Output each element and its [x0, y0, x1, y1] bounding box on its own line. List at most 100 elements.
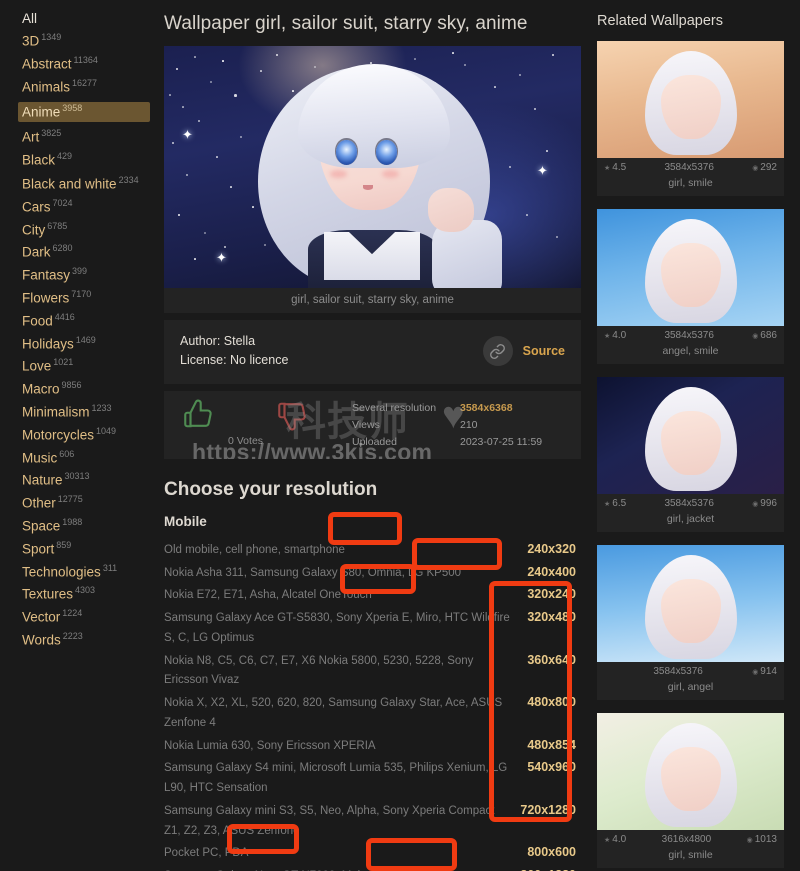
- related-wallpaper-card[interactable]: ★ 4.0 3584x5376 ◉ 686 angel, smile: [597, 209, 784, 364]
- resolution-value-link[interactable]: 540x960: [527, 757, 576, 779]
- resolution-row[interactable]: Nokia N8, C5, C6, C7, E7, X6 Nokia 5800,…: [164, 650, 576, 692]
- sidebar-item-animals[interactable]: Animals 16277: [22, 79, 154, 94]
- sidebar-item-music[interactable]: Music 606: [22, 450, 154, 465]
- sidebar-item-label: Black and white: [22, 177, 117, 192]
- sidebar-item-label: All: [22, 11, 37, 26]
- rating-number: 4.5: [612, 162, 626, 173]
- sidebar-item-nature[interactable]: Nature 30313: [22, 472, 154, 487]
- related-card-tags[interactable]: girl, smile: [597, 175, 784, 196]
- related-wallpaper-thumbnail[interactable]: [597, 713, 784, 830]
- resolution-value-link[interactable]: 800x600: [527, 842, 576, 864]
- sidebar-item-abstract[interactable]: Abstract 11364: [22, 56, 154, 71]
- resolution-device-list: Nokia X, X2, XL, 520, 620, 820, Samsung …: [164, 694, 527, 734]
- related-card-meta: ★ 4.5 3584x5376 ◉ 292: [597, 158, 784, 175]
- resolution-row[interactable]: Nokia E72, E71, Asha, Alcatel OneTouch 32…: [164, 584, 576, 606]
- sidebar-item-count: 1233: [92, 403, 112, 413]
- resolution-value-link[interactable]: 480x854: [527, 735, 576, 757]
- sidebar-item-black[interactable]: Black 429: [22, 152, 154, 167]
- related-wallpaper-thumbnail[interactable]: [597, 209, 784, 326]
- resolution-row[interactable]: Nokia Lumia 630, Sony Ericsson XPERIA 480…: [164, 735, 576, 757]
- resolution-row[interactable]: Nokia X, X2, XL, 520, 620, 820, Samsung …: [164, 692, 576, 734]
- resolution-device-list: Samsung Galaxy mini S3, S5, Neo, Alpha, …: [164, 802, 520, 842]
- rating-number: 6.5: [612, 498, 626, 509]
- resolution-value-link[interactable]: 480x800: [527, 692, 576, 714]
- views-count: ◉ 686: [752, 330, 777, 341]
- resolution-row[interactable]: Samsung Galaxy Note GT-N7000, Meizu MX28…: [164, 865, 576, 871]
- metadata-key: Views: [352, 417, 460, 434]
- anime-girl-illustration: [250, 52, 500, 288]
- sidebar-item-minimalism[interactable]: Minimalism 1233: [22, 404, 154, 419]
- sidebar-item-art[interactable]: Art 3825: [22, 129, 154, 144]
- resolution-device-list: Nokia E72, E71, Asha, Alcatel OneTouch: [164, 586, 527, 606]
- metadata-value: 2023-07-25 11:59: [460, 434, 542, 451]
- sidebar-item-space[interactable]: Space 1988: [22, 518, 154, 533]
- sidebar-item-label: Minimalism: [22, 405, 90, 420]
- resolution-row[interactable]: Nokia Asha 311, Samsung Galaxy S80, Omni…: [164, 562, 576, 584]
- sidebar-item-holidays[interactable]: Holidays 1469: [22, 336, 154, 351]
- sidebar-item-anime[interactable]: Anime 3958: [18, 102, 150, 122]
- sidebar-item-love[interactable]: Love 1021: [22, 358, 154, 373]
- resolution-device-list: Samsung Galaxy Note GT-N7000, Meizu MX2: [164, 867, 520, 871]
- sidebar-item-other[interactable]: Other 12775: [22, 495, 154, 510]
- resolution-value-link[interactable]: 240x400: [527, 562, 576, 584]
- sidebar-item-label: Art: [22, 130, 39, 145]
- star-icon: ★: [604, 165, 610, 172]
- related-wallpaper-thumbnail[interactable]: [597, 41, 784, 158]
- resolution-row[interactable]: Pocket PC, PDA 800x600: [164, 842, 576, 864]
- category-sidebar: All 3D 1349 Abstract 11364 Animals 16277 Anime 3…: [0, 0, 160, 871]
- resolution-value-link[interactable]: 720x1280: [520, 800, 576, 822]
- related-wallpaper-card[interactable]: ★ 4.5 3584x5376 ◉ 292 girl, smile: [597, 41, 784, 196]
- related-cards-list: ★ 4.5 3584x5376 ◉ 292 girl, smile ★ 4.0 3584x537…: [597, 41, 794, 868]
- resolution-value-link[interactable]: 360x640: [527, 650, 576, 672]
- resolution-row[interactable]: Samsung Galaxy mini S3, S5, Neo, Alpha, …: [164, 800, 576, 842]
- sidebar-item-sport[interactable]: Sport 859: [22, 541, 154, 556]
- sidebar-item-3d[interactable]: 3D 1349: [22, 33, 154, 48]
- sidebar-item-label: 3D: [22, 34, 39, 49]
- sidebar-item-textures[interactable]: Textures 4303: [22, 586, 154, 601]
- related-card-tags[interactable]: girl, smile: [597, 847, 784, 868]
- resolution-value-link[interactable]: 800x1280: [520, 865, 576, 871]
- resolution-value-link[interactable]: 320x480: [527, 607, 576, 629]
- related-wallpaper-card[interactable]: ★ 6.5 3584x5376 ◉ 996 girl, jacket: [597, 377, 784, 532]
- metadata-row: Uploaded 2023-07-25 11:59: [352, 434, 542, 451]
- sidebar-item-label: Music: [22, 450, 57, 465]
- sidebar-item-city[interactable]: City 6785: [22, 222, 154, 237]
- sidebar-item-words[interactable]: Words 2223: [22, 632, 154, 647]
- sidebar-item-dark[interactable]: Dark 6280: [22, 244, 154, 259]
- source-link[interactable]: Source: [483, 336, 565, 366]
- sidebar-item-count: 2334: [119, 175, 139, 185]
- author-license-text: Author: Stella License: No licence: [180, 332, 288, 371]
- related-wallpaper-card[interactable]: ★ 4.0 3616x4800 ◉ 1013 girl, smile: [597, 713, 784, 868]
- eye-icon: ◉: [747, 837, 753, 844]
- related-wallpaper-thumbnail[interactable]: [597, 545, 784, 662]
- sidebar-item-flowers[interactable]: Flowers 7170: [22, 290, 154, 305]
- views-number: 914: [760, 666, 777, 677]
- resolution-row[interactable]: Old mobile, cell phone, smartphone 240x32…: [164, 539, 576, 561]
- sidebar-item-motorcycles[interactable]: Motorcycles 1049: [22, 427, 154, 442]
- related-card-tags[interactable]: girl, jacket: [597, 511, 784, 532]
- resolution-row[interactable]: Samsung Galaxy Ace GT-S5830, Sony Xperia…: [164, 607, 576, 649]
- sidebar-item-macro[interactable]: Macro 9856: [22, 381, 154, 396]
- hero-wrapper: ✦ ✦ ✦ girl, sailor suit, starry sky, ani…: [164, 46, 581, 459]
- sidebar-item-all[interactable]: All: [22, 12, 154, 26]
- sidebar-item-fantasy[interactable]: Fantasy 399: [22, 267, 154, 282]
- resolution-value-link[interactable]: 320x240: [527, 584, 576, 606]
- thumbs-up-icon[interactable]: [180, 397, 216, 438]
- sidebar-item-count: 1049: [96, 426, 116, 436]
- sidebar-item-vector[interactable]: Vector 1224: [22, 609, 154, 624]
- sidebar-item-food[interactable]: Food 4416: [22, 313, 154, 328]
- sidebar-item-count: 11364: [74, 55, 98, 65]
- resolution-row[interactable]: Samsung Galaxy S4 mini, Microsoft Lumia …: [164, 757, 576, 799]
- related-wallpaper-thumbnail[interactable]: [597, 377, 784, 494]
- thumbnail-dimensions: 3584x5376: [664, 162, 714, 173]
- related-card-tags[interactable]: girl, angel: [597, 679, 784, 700]
- sidebar-item-technologies[interactable]: Technologies 311: [22, 564, 154, 579]
- related-wallpaper-card[interactable]: 3584x5376 ◉ 914 girl, angel: [597, 545, 784, 700]
- resolution-value-link[interactable]: 240x320: [527, 539, 576, 561]
- rating-value: ★ 4.0: [604, 834, 626, 845]
- related-card-tags[interactable]: angel, smile: [597, 343, 784, 364]
- wallpaper-preview-image[interactable]: ✦ ✦ ✦: [164, 46, 581, 288]
- sidebar-item-black-and-white[interactable]: Black and white 2334: [22, 175, 154, 193]
- thumbs-down-icon[interactable]: [274, 397, 310, 438]
- sidebar-item-cars[interactable]: Cars 7024: [22, 199, 154, 214]
